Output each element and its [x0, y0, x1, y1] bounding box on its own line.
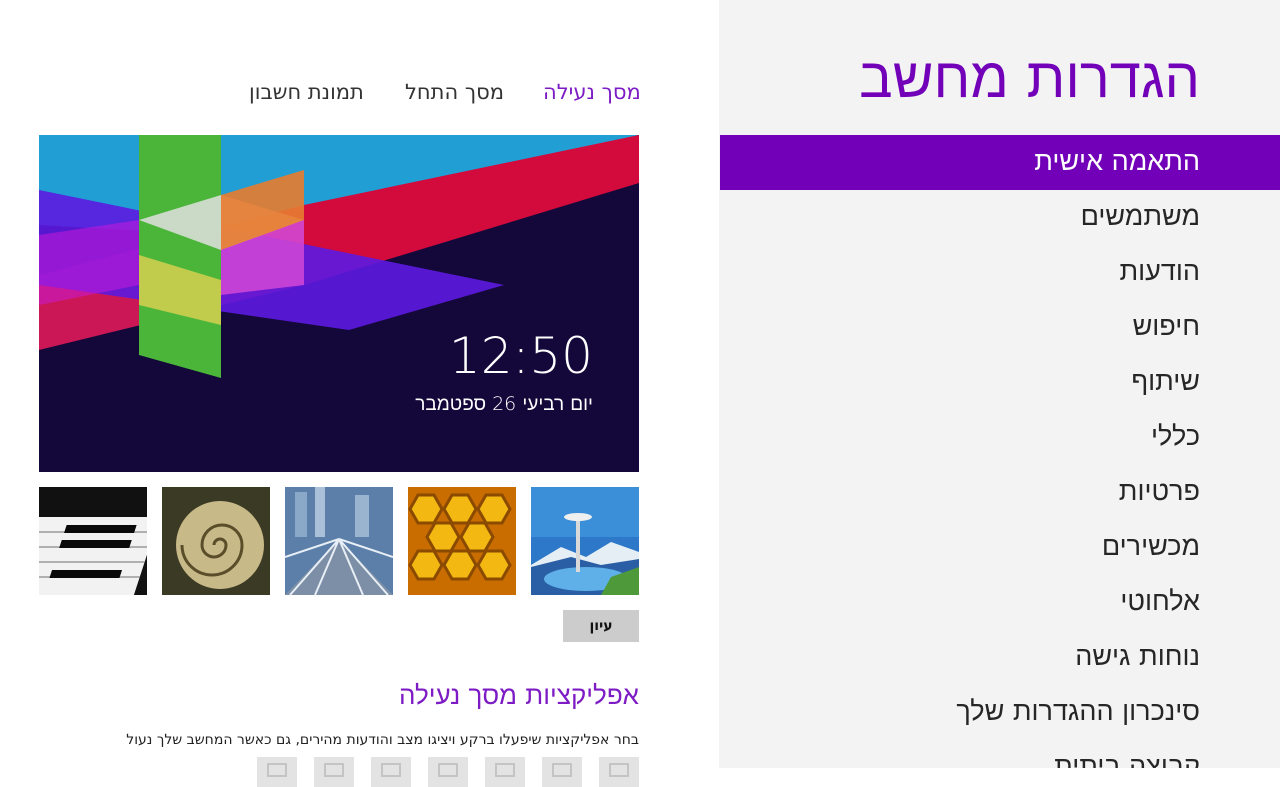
- lock-app-slot[interactable]: [428, 757, 468, 787]
- nav-item-homegroup[interactable]: קבוצה ביתית: [720, 740, 1280, 768]
- city-rail-thumbnail[interactable]: [285, 487, 393, 595]
- settings-navigation-pane: הגדרות מחשב התאמה אישית משתמשים הודעות ח…: [719, 0, 1280, 768]
- lock-app-slot[interactable]: [371, 757, 411, 787]
- nav-item-share[interactable]: שיתוף: [720, 355, 1280, 410]
- lock-screen-apps-description: בחר אפליקציות שיפעלו ברקע ויציגו מצב והו…: [126, 732, 639, 748]
- nav-item-ease-of-access[interactable]: נוחות גישה: [720, 630, 1280, 685]
- lock-screen-apps-heading: אפליקציות מסך נעילה: [399, 681, 639, 711]
- nav-item-general[interactable]: כללי: [720, 410, 1280, 465]
- nav-item-sync-settings[interactable]: סינכרון ההגדרות שלך: [720, 685, 1280, 740]
- lock-app-slot[interactable]: [599, 757, 639, 787]
- main-content: מסך נעילה מסך התחל תמונת חשבון 12:50 יום…: [0, 0, 719, 787]
- lock-app-slot[interactable]: [257, 757, 297, 787]
- lock-screen-time: 12:50: [448, 327, 593, 385]
- piano-keys-thumbnail[interactable]: [39, 487, 147, 595]
- nav-item-privacy[interactable]: פרטיות: [720, 465, 1280, 520]
- browse-button[interactable]: עיון: [563, 610, 639, 642]
- nav-item-users[interactable]: משתמשים: [720, 190, 1280, 245]
- lock-screen-date: יום רביעי 26 ספטמבר: [415, 393, 593, 415]
- nav-item-personalize[interactable]: התאמה אישית: [720, 135, 1280, 190]
- nav-item-search[interactable]: חיפוש: [720, 300, 1280, 355]
- page-title: הגדרות מחשב: [859, 46, 1200, 111]
- lock-app-slot[interactable]: [542, 757, 582, 787]
- tab-start-screen[interactable]: מסך התחל: [405, 78, 504, 106]
- honeycomb-thumbnail[interactable]: [408, 487, 516, 595]
- nav-item-devices[interactable]: מכשירים: [720, 520, 1280, 575]
- lock-screen-background-art: [39, 135, 639, 472]
- space-needle-thumbnail[interactable]: [531, 487, 639, 595]
- nav-item-notifications[interactable]: הודעות: [720, 245, 1280, 300]
- tab-account-picture[interactable]: תמונת חשבון: [249, 78, 364, 106]
- lock-screen-preview: 12:50 יום רביעי 26 ספטמבר: [39, 135, 639, 472]
- tab-lock-screen[interactable]: מסך נעילה: [543, 78, 641, 106]
- nautilus-shell-thumbnail[interactable]: [162, 487, 270, 595]
- nav-item-wireless[interactable]: אלחוטי: [720, 575, 1280, 630]
- lock-app-slot[interactable]: [485, 757, 525, 787]
- lock-app-slot[interactable]: [314, 757, 354, 787]
